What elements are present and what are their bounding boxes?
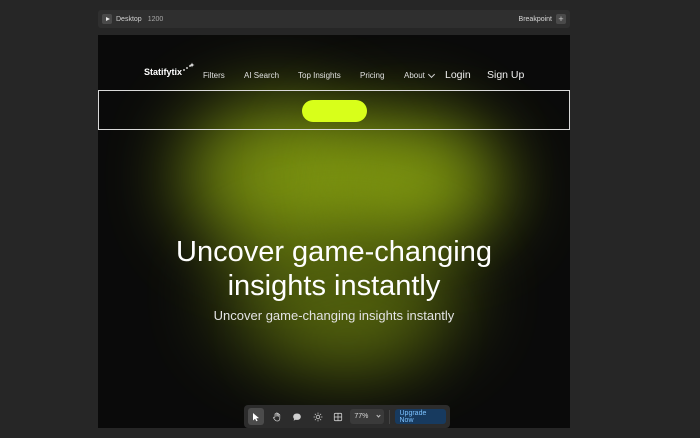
comment-icon[interactable] bbox=[289, 408, 305, 425]
chevron-down-icon bbox=[375, 413, 381, 418]
zoom-select[interactable]: 77% bbox=[350, 409, 384, 424]
sun-icon[interactable] bbox=[309, 408, 325, 425]
upgrade-button[interactable]: Upgrade Now bbox=[394, 409, 446, 424]
nav-link-about[interactable]: About bbox=[404, 70, 435, 80]
grid-icon[interactable] bbox=[330, 408, 346, 425]
cta-button[interactable] bbox=[302, 100, 367, 122]
glow-blob bbox=[348, 141, 508, 237]
editor-top-bar: Desktop 1200 Breakpoint + bbox=[98, 10, 570, 28]
bottom-toolbar: 77% Upgrade Now bbox=[244, 405, 450, 428]
breakpoint-label[interactable]: Breakpoint bbox=[519, 16, 552, 23]
nav-about-label: About bbox=[404, 71, 425, 80]
nav-link-top-insights[interactable]: Top Insights bbox=[298, 71, 341, 80]
site-navbar: Statifytix Filters AI Search Top Insight… bbox=[98, 62, 570, 85]
zoom-value: 77% bbox=[354, 413, 369, 420]
hand-icon[interactable] bbox=[268, 408, 284, 425]
login-link[interactable]: Login bbox=[445, 69, 471, 81]
design-canvas[interactable]: Statifytix Filters AI Search Top Insight… bbox=[98, 35, 570, 428]
viewport-width[interactable]: 1200 bbox=[148, 16, 164, 23]
nav-link-filters[interactable]: Filters bbox=[203, 71, 225, 80]
signup-link[interactable]: Sign Up bbox=[487, 69, 524, 81]
sparkle-icon bbox=[183, 62, 195, 71]
site-logo[interactable]: Statifytix bbox=[144, 67, 182, 77]
toolbar-divider bbox=[388, 409, 390, 424]
hero-title-line: Uncover game-changing bbox=[176, 236, 492, 268]
hero-subtitle: Uncover game-changing insights instantly bbox=[213, 308, 455, 323]
nav-link-pricing[interactable]: Pricing bbox=[360, 71, 384, 80]
hero-title: Uncover game-changing insights instantly bbox=[98, 235, 570, 303]
chevron-down-icon bbox=[427, 70, 435, 78]
nav-link-ai-search[interactable]: AI Search bbox=[244, 71, 279, 80]
device-label[interactable]: Desktop bbox=[116, 16, 142, 23]
hero-title-line: insights instantly bbox=[227, 270, 441, 302]
play-icon[interactable] bbox=[102, 14, 112, 24]
pointer-icon[interactable] bbox=[248, 408, 265, 425]
add-breakpoint-icon[interactable]: + bbox=[556, 14, 566, 24]
